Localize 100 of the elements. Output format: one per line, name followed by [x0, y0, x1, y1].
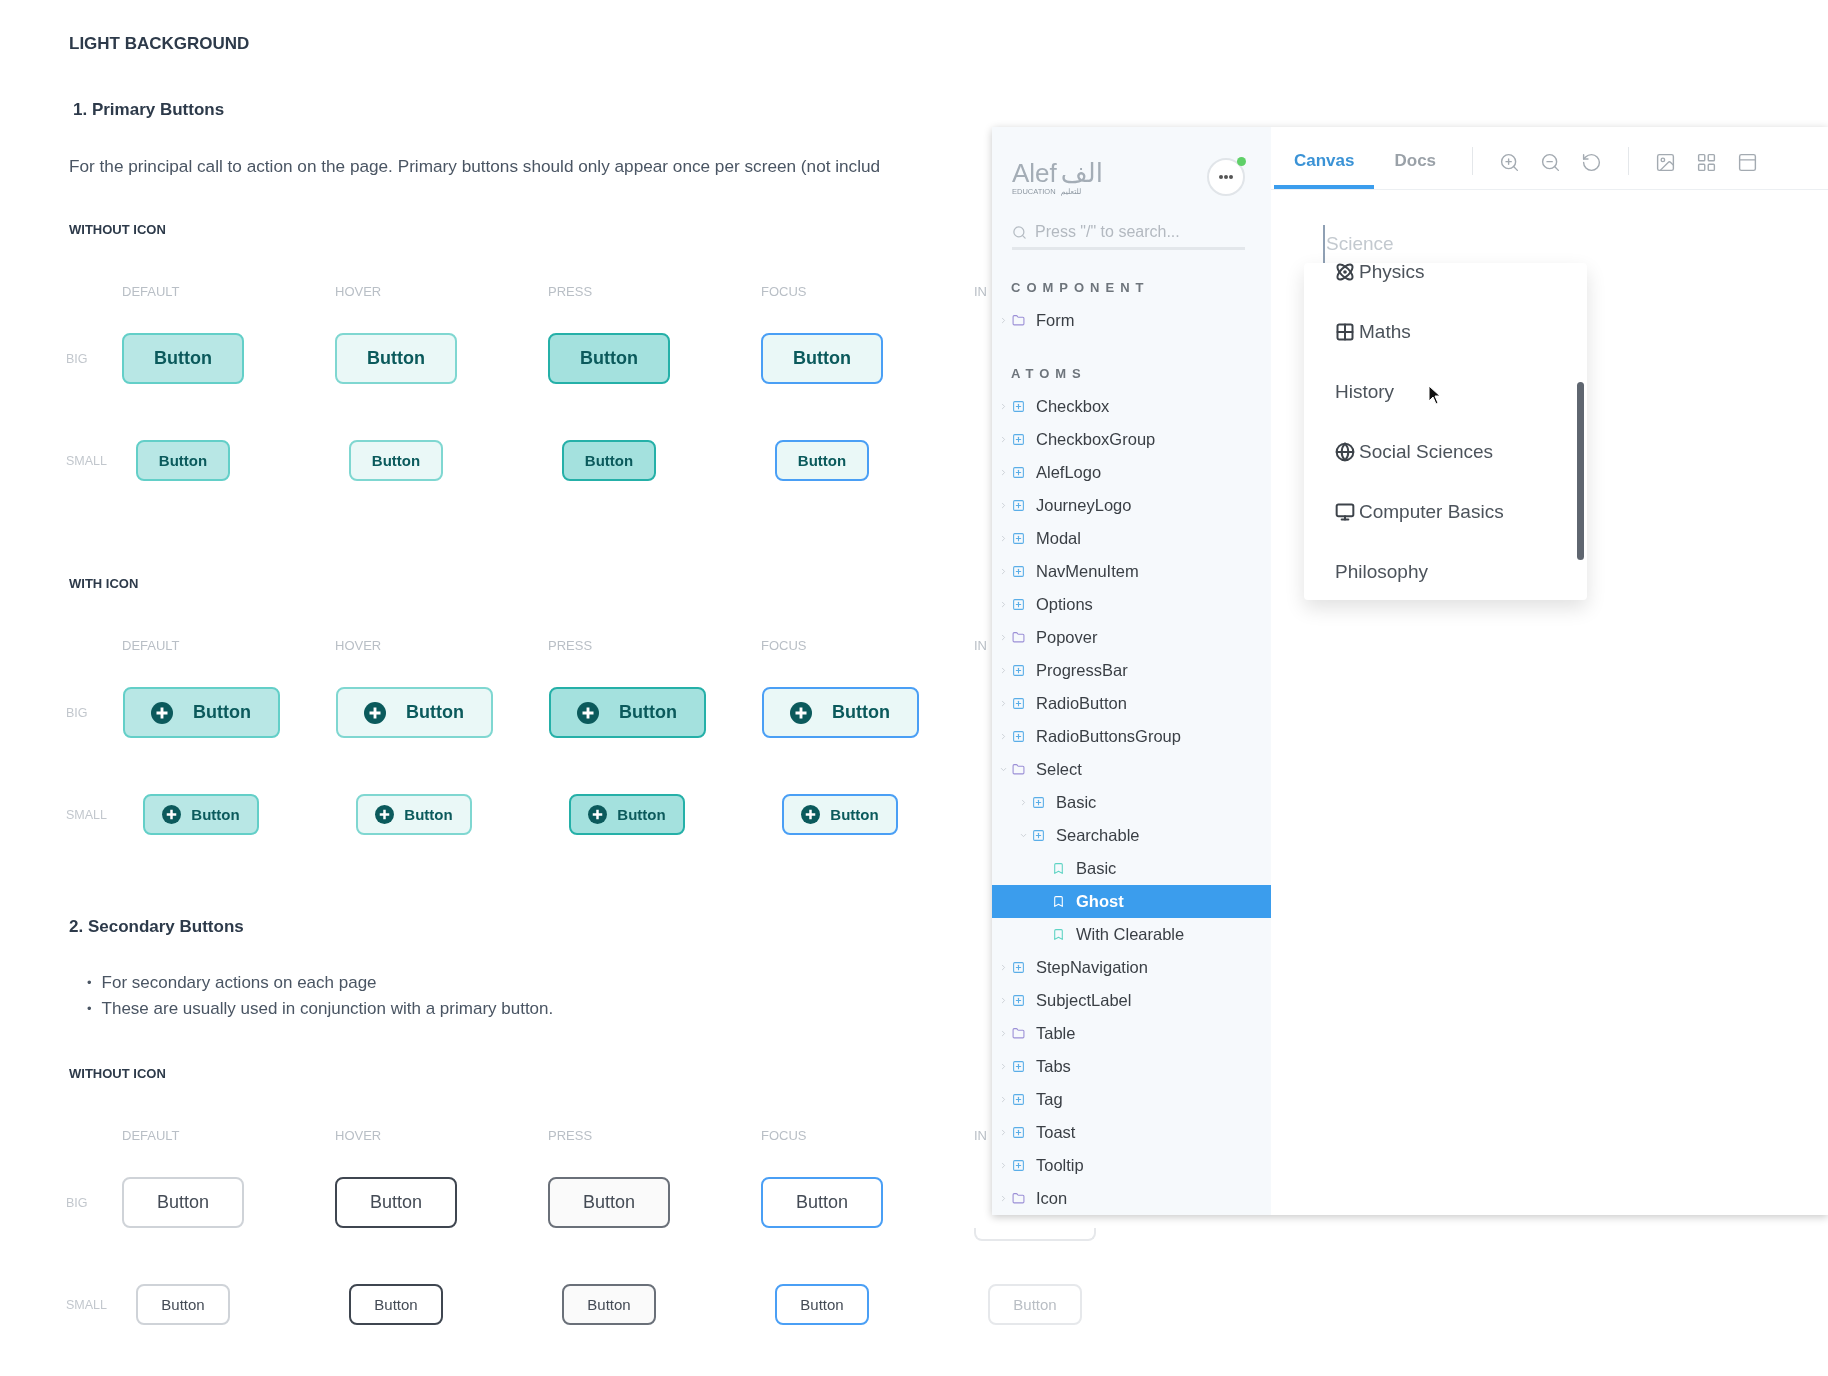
folder-icon: [1012, 763, 1025, 776]
size-label: BIG: [66, 1195, 88, 1210]
demo-button[interactable]: Button: [122, 1177, 244, 1228]
sidebar-item[interactable]: Basic: [992, 786, 1271, 819]
demo-button[interactable]: Button: [136, 440, 230, 481]
state-label: HOVER: [335, 638, 382, 654]
grid-icon: [1696, 151, 1718, 173]
sidebar-item[interactable]: Options: [992, 588, 1271, 621]
state-label: IN: [974, 284, 987, 300]
component-icon: [1012, 433, 1025, 446]
plus-circle-icon: [364, 701, 386, 724]
plus-circle-icon: [801, 805, 821, 824]
sidebar-item[interactable]: Basic: [992, 852, 1271, 885]
dropdown-option[interactable]: Social Sciences: [1335, 422, 1587, 482]
bookmark-icon: [1052, 928, 1065, 941]
demo-button[interactable]: Button: [761, 687, 919, 738]
sidebar-item[interactable]: Tag: [992, 1083, 1271, 1116]
state-label: DEFAULT: [122, 284, 180, 300]
sidebar-item[interactable]: StepNavigation: [992, 951, 1271, 984]
section-heading: 1. Primary Buttons: [73, 99, 225, 121]
description-text: For the principal call to action on the page. Primary buttons should only appear once per screen (not includ: [69, 155, 881, 178]
dropdown-option[interactable]: Philosophy: [1335, 542, 1587, 600]
state-label: IN: [974, 1128, 987, 1144]
component-icon: [1012, 664, 1025, 677]
sidebar-item[interactable]: ProgressBar: [992, 654, 1271, 687]
rotate-icon: [1581, 151, 1603, 173]
sidebar-item[interactable]: Tooltip: [992, 1149, 1271, 1182]
status-dot: [1237, 157, 1246, 166]
sidebar-item[interactable]: With Clearable: [992, 918, 1271, 951]
sidebar-item[interactable]: Tabs: [992, 1050, 1271, 1083]
demo-button[interactable]: Button: [782, 794, 898, 835]
demo-button[interactable]: Button: [562, 440, 656, 481]
sidebar-item[interactable]: AlefLogo: [992, 456, 1271, 489]
bullet-marker: •: [87, 1000, 92, 1018]
sidebar-item[interactable]: JourneyLogo: [992, 489, 1271, 522]
state-label: DEFAULT: [122, 638, 180, 654]
zoom-in-icon: [1499, 151, 1521, 173]
sidebar-item[interactable]: CheckboxGroup: [992, 423, 1271, 456]
image-icon: [1655, 151, 1677, 173]
demo-button[interactable]: Button: [335, 1177, 457, 1228]
sidebar-item[interactable]: RadioButtonsGroup: [992, 720, 1271, 753]
demo-button[interactable]: Button: [569, 794, 685, 835]
sidebar-item[interactable]: Icon: [992, 1182, 1271, 1215]
demo-button[interactable]: Button: [349, 440, 443, 481]
size-label: BIG: [66, 351, 88, 366]
demo-button[interactable]: Button: [349, 1284, 443, 1325]
sidebar-item[interactable]: Modal: [992, 522, 1271, 555]
bookmark-icon: [1052, 895, 1065, 908]
demo-button[interactable]: Button: [136, 1284, 230, 1325]
demo-button[interactable]: Button: [761, 1177, 883, 1228]
sidebar-item[interactable]: SubjectLabel: [992, 984, 1271, 1017]
group-title: WITHOUT ICON: [69, 1065, 166, 1083]
demo-button[interactable]: Button: [761, 333, 883, 384]
sidebar-item[interactable]: Form: [992, 304, 1271, 337]
demo-button[interactable]: Button: [143, 794, 259, 835]
scrollbar-thumb[interactable]: [1577, 382, 1584, 560]
sidebar-item[interactable]: RadioButton: [992, 687, 1271, 720]
dropdown-option[interactable]: Maths: [1335, 302, 1587, 362]
sidebar-item[interactable]: NavMenuItem: [992, 555, 1271, 588]
bullet-marker: •: [87, 974, 92, 992]
plus-circle-icon: [375, 805, 395, 824]
demo-button[interactable]: Button: [356, 794, 472, 835]
sidebar-item[interactable]: Table: [992, 1017, 1271, 1050]
section-heading: 2. Secondary Buttons: [69, 916, 244, 938]
demo-button[interactable]: Button: [548, 1177, 670, 1228]
size-label: BIG: [66, 705, 88, 720]
sidebar-item[interactable]: Select: [992, 753, 1271, 786]
state-label: FOCUS: [761, 1128, 807, 1144]
component-icon: [1012, 730, 1025, 743]
dropdown-option[interactable]: Computer Basics: [1335, 482, 1587, 542]
size-label: SMALL: [66, 1297, 107, 1312]
folder-icon: [1012, 631, 1025, 644]
chevron-icon: [1018, 831, 1028, 840]
sidebar-item[interactable]: Checkbox: [992, 390, 1271, 423]
folder-icon: [1012, 1192, 1025, 1205]
demo-button[interactable]: Button: [548, 687, 706, 738]
demo-button[interactable]: Button: [548, 333, 670, 384]
component-icon: [1012, 400, 1025, 413]
demo-button[interactable]: Button: [775, 1284, 869, 1325]
dropdown-option[interactable]: History: [1335, 362, 1587, 422]
search-field[interactable]: Press "/" to search...: [1012, 217, 1245, 250]
sidebar-item[interactable]: Toast: [992, 1116, 1271, 1149]
demo-button[interactable]: Button: [562, 1284, 656, 1325]
state-label: HOVER: [335, 1128, 382, 1144]
sidebar-item[interactable]: Searchable: [992, 819, 1271, 852]
component-icon: [1012, 1060, 1025, 1073]
demo-button[interactable]: Button: [775, 440, 869, 481]
component-icon: [1032, 829, 1045, 842]
demo-button[interactable]: Button: [335, 687, 493, 738]
logo-text: Alef: [1012, 158, 1057, 187]
menu-button[interactable]: [1207, 158, 1245, 196]
sidebar-item[interactable]: Popover: [992, 621, 1271, 654]
demo-button[interactable]: Button: [122, 333, 244, 384]
state-label: HOVER: [335, 284, 382, 300]
component-icon: [1032, 796, 1045, 809]
demo-button[interactable]: Button: [122, 687, 280, 738]
demo-button[interactable]: Button: [335, 333, 457, 384]
dropdown-option[interactable]: Physics: [1335, 263, 1587, 302]
plus-circle-icon: [790, 701, 812, 724]
component-icon: [1012, 598, 1025, 611]
